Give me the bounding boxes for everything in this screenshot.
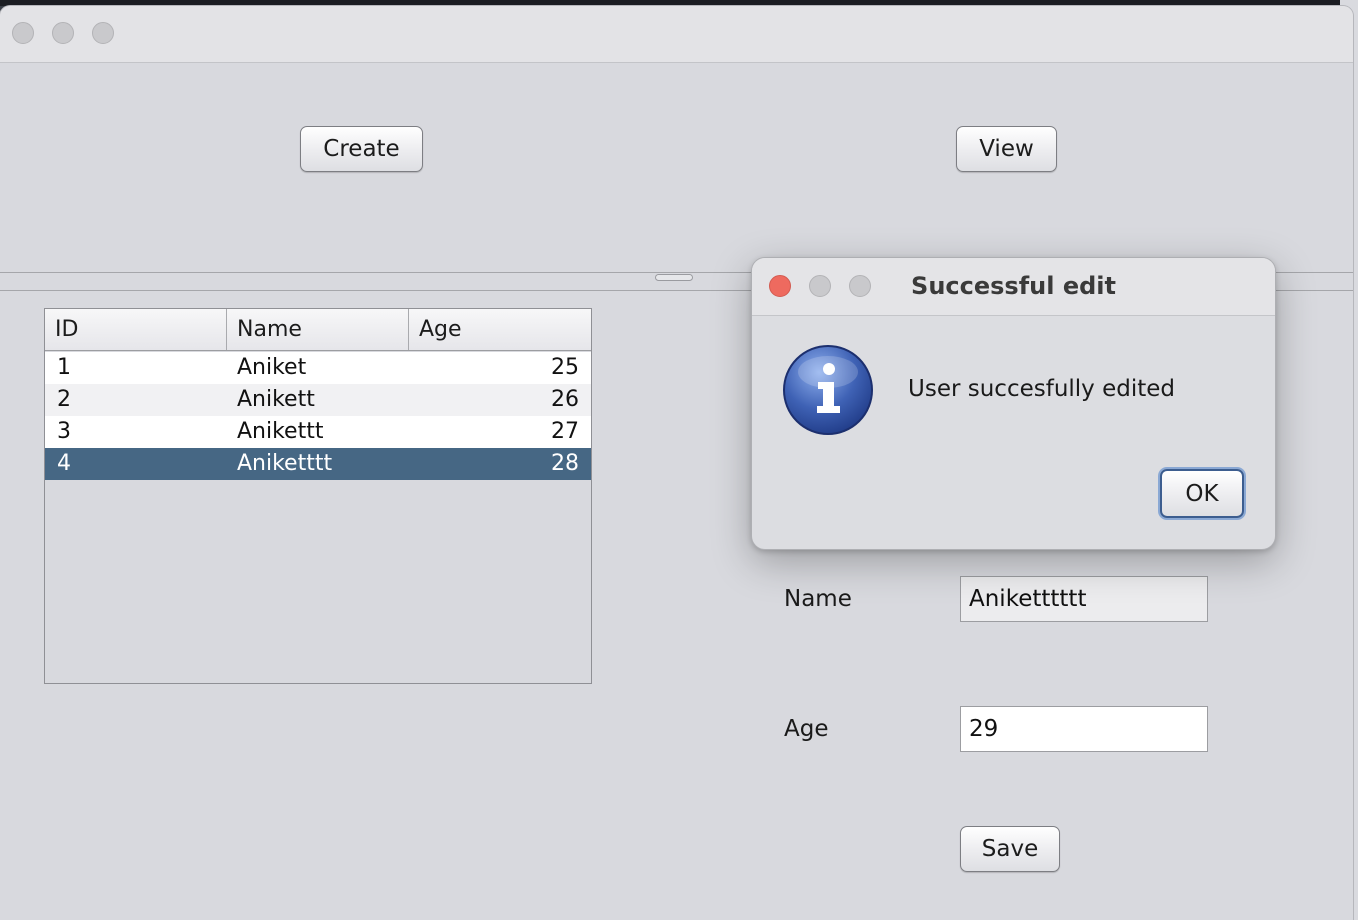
name-label: Name [784, 586, 852, 612]
window-titlebar [0, 6, 1353, 63]
cell-age: 27 [551, 419, 579, 444]
cell-name: Aniketttt [237, 451, 333, 476]
cell-id: 3 [57, 419, 71, 444]
window-minimize-button[interactable] [52, 22, 74, 44]
age-label: Age [784, 716, 829, 742]
dialog-title: Successful edit [911, 272, 1116, 300]
table-row[interactable]: 1 Aniket 25 [45, 352, 591, 384]
cell-id: 2 [57, 387, 71, 412]
cell-name: Aniket [237, 355, 307, 380]
cell-id: 4 [57, 451, 71, 476]
window-zoom-button[interactable] [92, 22, 114, 44]
table-row[interactable]: 3 Anikettt 27 [45, 416, 591, 448]
window-close-button[interactable] [12, 22, 34, 44]
cell-age: 25 [551, 355, 579, 380]
column-header-age[interactable]: Age [409, 309, 591, 350]
create-button[interactable]: Create [300, 126, 423, 172]
table-header: ID Name Age [45, 309, 591, 351]
cell-age: 28 [551, 451, 579, 476]
table-row[interactable]: 2 Anikett 26 [45, 384, 591, 416]
split-pane-handle[interactable] [655, 274, 693, 281]
cell-name: Anikettt [237, 419, 324, 444]
cell-id: 1 [57, 355, 71, 380]
users-table: ID Name Age 1 Aniket 25 2 Anikett 26 3 A… [44, 308, 592, 684]
name-field[interactable]: Aniketttttt [960, 576, 1208, 622]
save-button[interactable]: Save [960, 826, 1060, 872]
success-dialog: Successful edit User succesfully edited … [751, 257, 1276, 550]
column-header-name[interactable]: Name [227, 309, 409, 350]
column-header-id[interactable]: ID [45, 309, 227, 350]
dialog-message: User succesfully edited [908, 376, 1176, 402]
ok-button[interactable]: OK [1160, 469, 1244, 518]
cell-age: 26 [551, 387, 579, 412]
cell-name: Anikett [237, 387, 315, 412]
info-icon [783, 345, 873, 435]
table-row-selected[interactable]: 4 Aniketttt 28 [45, 448, 591, 480]
dialog-titlebar: Successful edit [752, 258, 1275, 316]
view-button[interactable]: View [956, 126, 1057, 172]
age-field[interactable]: 29 [960, 706, 1208, 752]
